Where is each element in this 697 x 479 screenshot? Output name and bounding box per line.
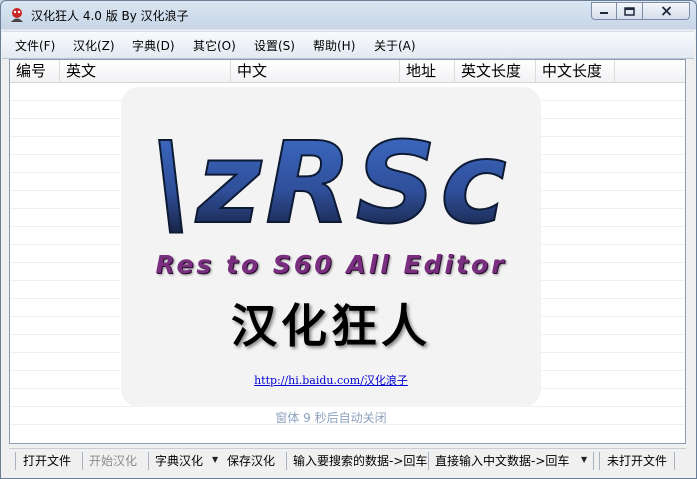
splash-panel[interactable]: \zRSc Res to S60 All Editor 汉化狂人 http://…: [121, 87, 541, 407]
app-icon[interactable]: [8, 6, 26, 24]
menu-other[interactable]: 其它(O): [193, 37, 236, 54]
save-translate-button[interactable]: 保存汉化: [223, 450, 289, 472]
menu-dictionary[interactable]: 字典(D): [132, 37, 175, 54]
open-file-button[interactable]: 打开文件: [19, 450, 85, 472]
menu-settings[interactable]: 设置(S): [254, 37, 295, 54]
table-header: 编号 英文 中文 地址 英文长度 中文长度: [10, 60, 685, 83]
separator: [593, 452, 594, 470]
column-header-english[interactable]: 英文: [60, 60, 231, 82]
maximize-icon: [624, 6, 635, 16]
splash-app-name: 汉化狂人: [231, 299, 431, 353]
maximize-button[interactable]: [617, 2, 643, 20]
search-input[interactable]: 输入要搜索的数据->回车: [289, 450, 429, 472]
separator: [148, 452, 149, 470]
dictionary-translate-select[interactable]: 字典汉化: [151, 450, 209, 472]
file-status: 未打开文件: [607, 454, 668, 468]
column-header-id[interactable]: 编号: [10, 60, 60, 82]
bottom-toolbar: 打开文件 开始汉化 字典汉化 ▼ 保存汉化 输入要搜索的数据->回车 直接输入中…: [9, 448, 686, 473]
splash-countdown: 窗体 9 秒后自动关闭: [275, 411, 387, 425]
column-header-english-length[interactable]: 英文长度: [455, 60, 536, 82]
chevron-down-icon[interactable]: ▼: [212, 455, 218, 464]
column-header-address[interactable]: 地址: [400, 60, 455, 82]
splash-tagline: Res to S60 All Editor: [155, 250, 507, 279]
author-link[interactable]: http://hi.baidu.com/汉化浪子: [121, 372, 541, 388]
title-bar[interactable]: 汉化狂人 4.0 版 By 汉化浪子: [1, 1, 696, 29]
separator: [82, 452, 83, 470]
menu-help[interactable]: 帮助(H): [313, 37, 355, 54]
minimize-icon: [600, 12, 608, 14]
data-table[interactable]: 编号 英文 中文 地址 英文长度 中文长度 \zRSc Res to S60 A…: [9, 59, 686, 444]
splash-logo: \zRSc: [150, 118, 510, 250]
menu-translate[interactable]: 汉化(Z): [73, 37, 115, 54]
separator: [674, 452, 675, 470]
column-header-chinese-length[interactable]: 中文长度: [536, 60, 615, 82]
window-title: 汉化狂人 4.0 版 By 汉化浪子: [31, 9, 189, 23]
menu-bar: 文件(F) 汉化(Z) 字典(D) 其它(O) 设置(S) 帮助(H) 关于(A…: [2, 31, 694, 59]
separator: [599, 452, 600, 470]
separator: [15, 452, 16, 470]
separator: [428, 452, 429, 470]
menu-about[interactable]: 关于(A): [374, 37, 416, 54]
app-window: 汉化狂人 4.0 版 By 汉化浪子 文件(F) 汉化(Z) 字典(D) 其它(…: [0, 0, 697, 479]
minimize-button[interactable]: [591, 2, 617, 20]
separator: [286, 452, 287, 470]
close-icon: [661, 6, 671, 16]
close-button[interactable]: [643, 2, 690, 20]
menu-file[interactable]: 文件(F): [15, 37, 55, 54]
chinese-input[interactable]: 直接输入中文数据->回车: [431, 450, 577, 472]
start-translate-button[interactable]: 开始汉化: [85, 450, 149, 472]
chevron-down-icon[interactable]: ▼: [581, 455, 587, 464]
column-header-chinese[interactable]: 中文: [231, 60, 400, 82]
logo-text: \zRSc: [151, 119, 510, 249]
